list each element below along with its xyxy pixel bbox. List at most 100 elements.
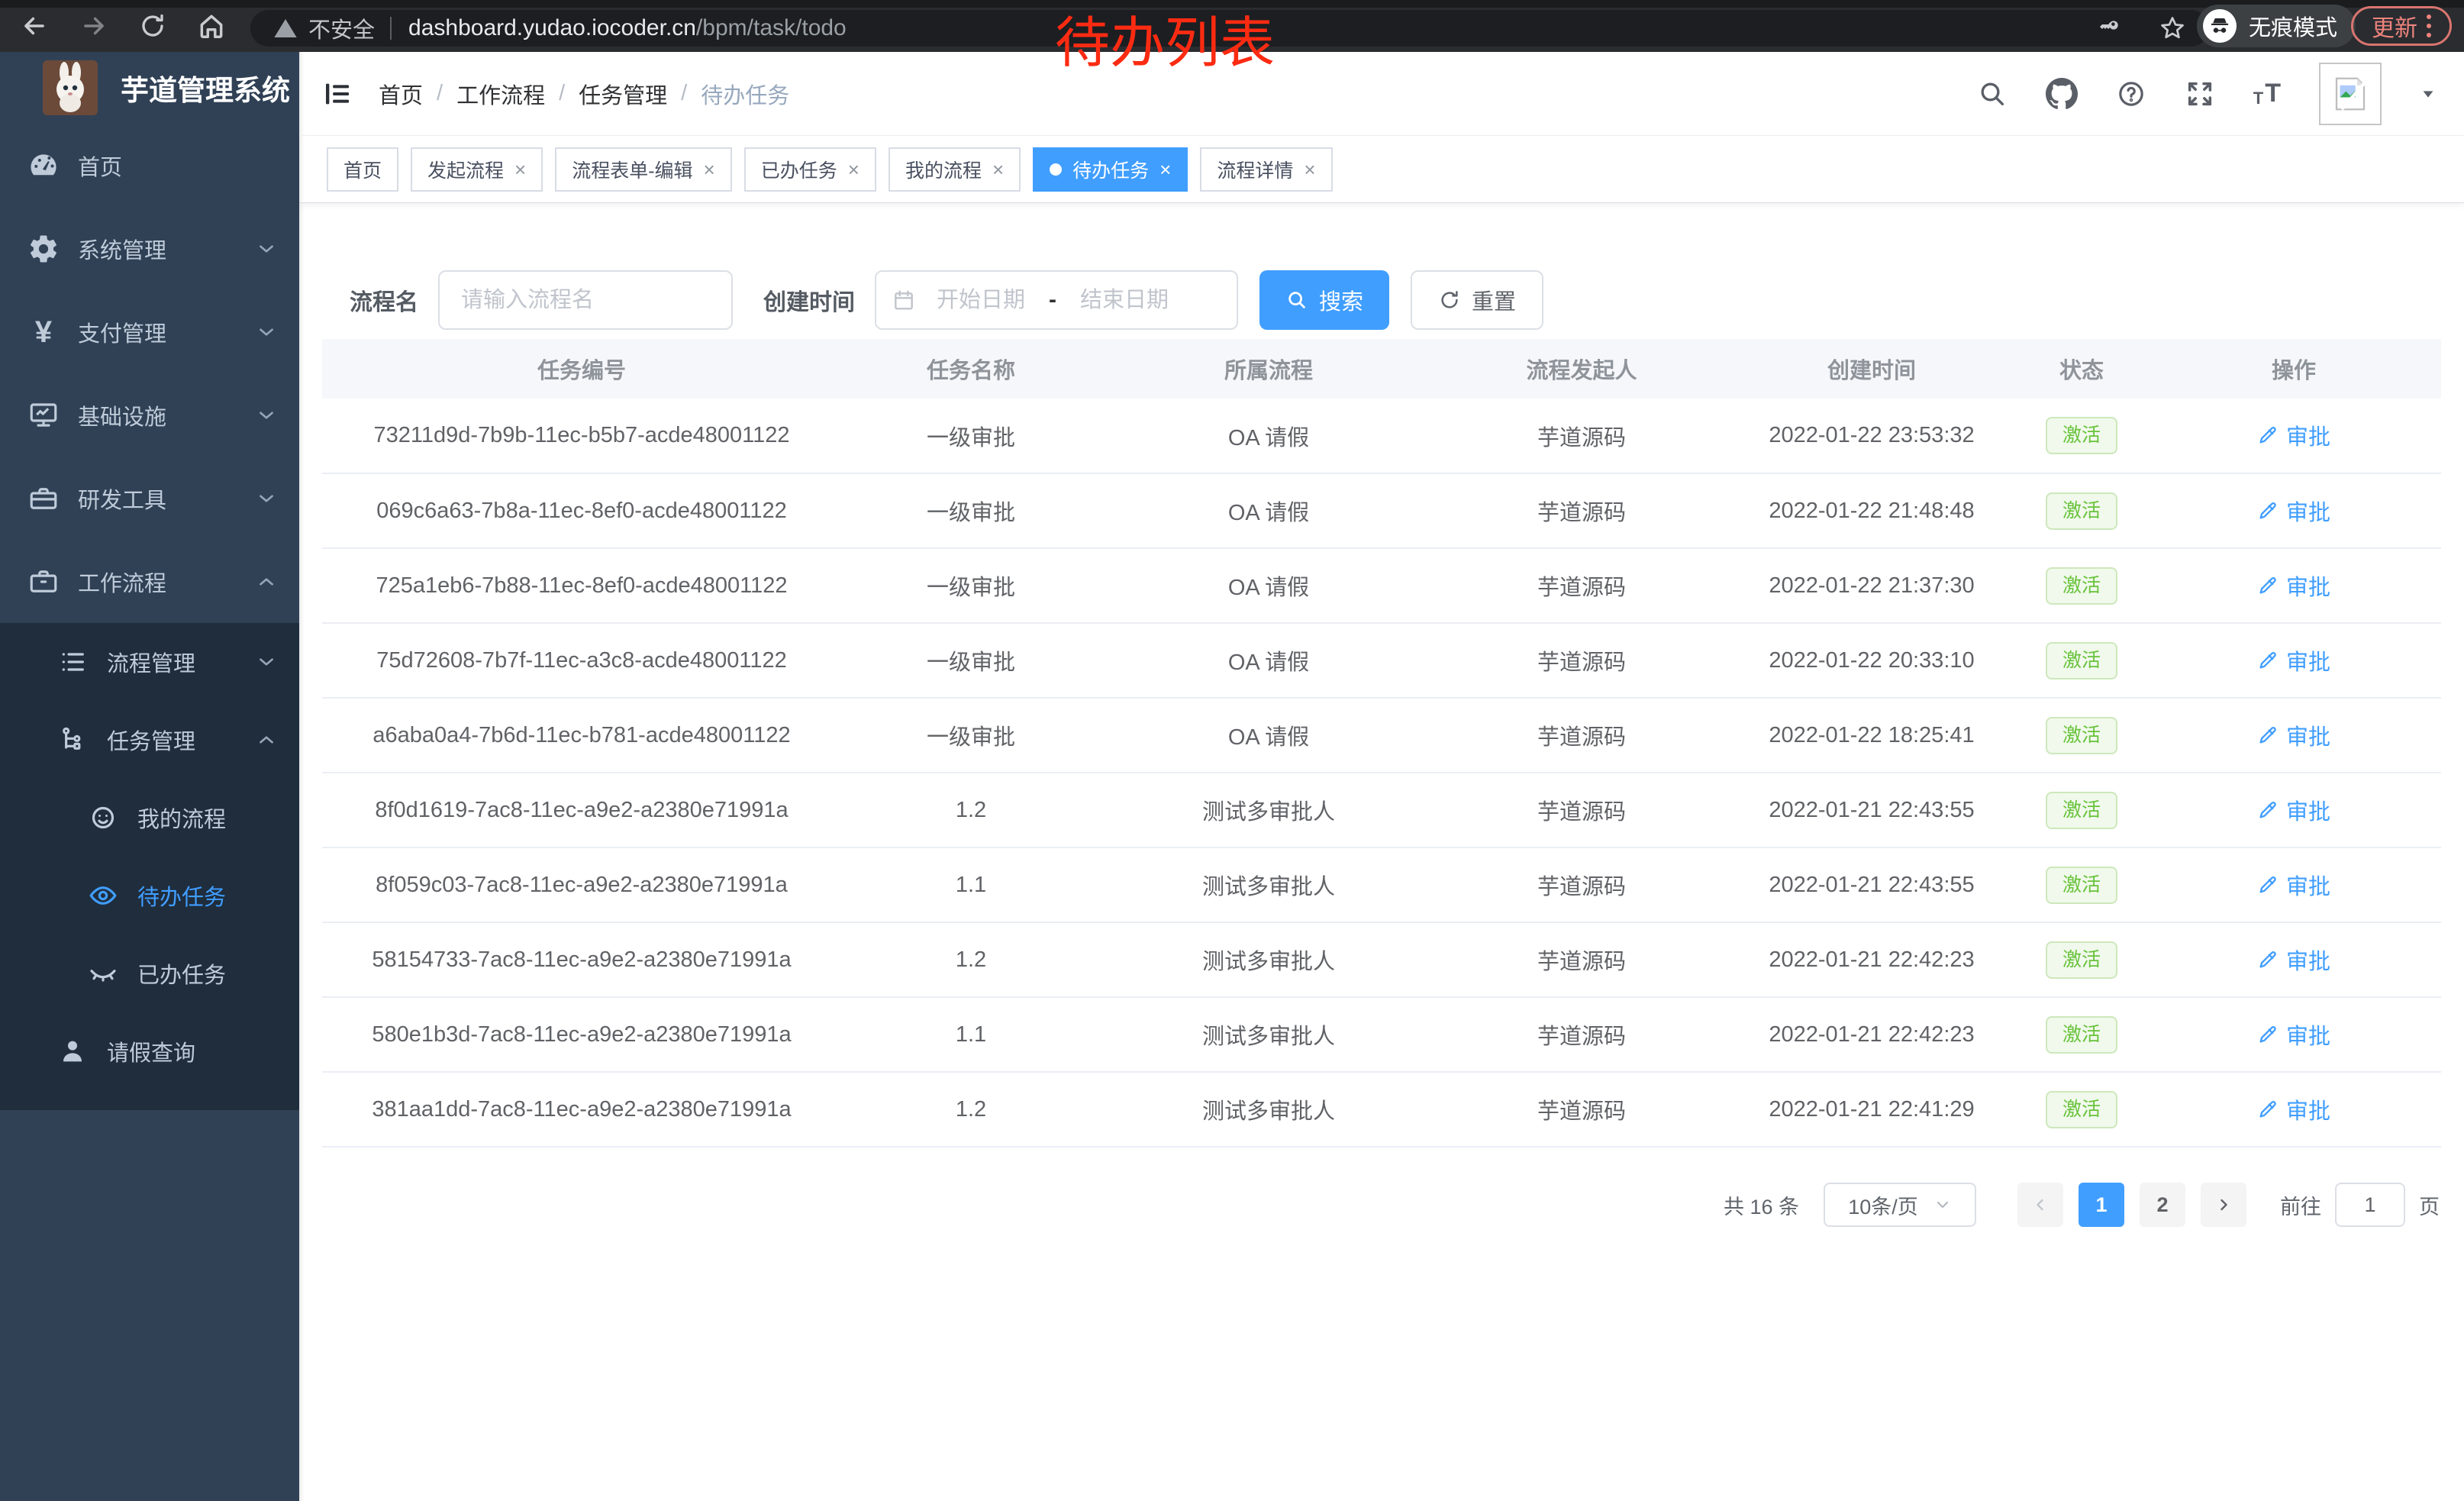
sidebar-item-leave-query[interactable]: 请假查询 [0, 1012, 299, 1090]
page-size-select[interactable]: 10条/页 [1824, 1183, 1976, 1227]
approve-link[interactable]: 审批 [2257, 1018, 2330, 1051]
user-menu-caret-icon[interactable] [2420, 86, 2437, 102]
fullscreen-icon[interactable] [2185, 79, 2215, 109]
back-icon[interactable] [20, 11, 49, 40]
col-starter: 流程发起人 [1437, 339, 1727, 399]
start-date-input[interactable] [921, 287, 1041, 314]
app-title: 芋道管理系统 [121, 67, 290, 108]
tags-view-tab[interactable]: 首页 [327, 147, 398, 192]
sidebar-item-devtools[interactable]: 研发工具 [0, 457, 299, 540]
close-icon[interactable]: × [1159, 160, 1171, 179]
tags-view-tab[interactable]: 流程表单-编辑× [555, 147, 732, 192]
forward-icon[interactable] [79, 11, 108, 40]
avatar[interactable] [2319, 63, 2382, 125]
sidebar-item-infrastructure[interactable]: 基础设施 [0, 373, 299, 457]
end-date-input[interactable] [1064, 287, 1185, 314]
sidebar-item-my-process[interactable]: 我的流程 [0, 779, 299, 857]
sidebar-item-label: 工作流程 [78, 566, 166, 598]
tags-view-tab[interactable]: 已办任务× [744, 147, 876, 192]
starter-cell: 芋道源码 [1437, 698, 1727, 773]
sidebar-item-system[interactable]: 系统管理 [0, 207, 299, 290]
home-icon[interactable] [197, 11, 226, 40]
chevron-up-icon [256, 730, 276, 750]
chevron-down-icon [256, 652, 276, 672]
yen-icon: ¥ [26, 315, 61, 350]
address-bar[interactable]: 不安全 dashboard.yudao.iocoder.cn/bpm/task/… [250, 10, 2209, 47]
github-icon[interactable] [2046, 78, 2078, 110]
status-badge: 激活 [2046, 417, 2117, 454]
sidebar-item-task-management[interactable]: 任务管理 [0, 701, 299, 779]
task-id-cell: 069c6a63-7b8a-11ec-8ef0-acde48001122 [322, 473, 841, 548]
browser-update-button[interactable]: 更新 [2351, 6, 2452, 46]
starter-cell: 芋道源码 [1437, 922, 1727, 997]
status-cell: 激活 [2017, 698, 2146, 773]
close-icon[interactable]: × [992, 160, 1004, 179]
sidebar-item-done-tasks[interactable]: 已办任务 [0, 934, 299, 1012]
approve-link[interactable]: 审批 [2257, 495, 2330, 527]
tags-view-tab[interactable]: 待办任务× [1033, 147, 1188, 192]
reset-button[interactable]: 重置 [1411, 270, 1543, 330]
status-badge: 激活 [2046, 717, 2117, 754]
close-icon[interactable]: × [704, 160, 715, 179]
close-icon[interactable]: × [1304, 160, 1315, 179]
approve-link[interactable]: 审批 [2257, 419, 2330, 451]
sidebar-item-payment[interactable]: ¥ 支付管理 [0, 290, 299, 373]
sidebar-item-home[interactable]: 首页 [0, 124, 299, 207]
help-icon[interactable] [2116, 79, 2146, 109]
password-key-icon[interactable] [2099, 15, 2125, 41]
sidebar-item-process-management[interactable]: 流程管理 [0, 623, 299, 701]
security-warning-icon[interactable] [273, 16, 298, 40]
close-icon[interactable]: × [514, 160, 526, 179]
page-button-1[interactable]: 1 [2079, 1183, 2124, 1227]
search-button[interactable]: 搜索 [1259, 270, 1389, 330]
bookmark-star-icon[interactable] [2159, 15, 2186, 42]
breadcrumb-home[interactable]: 首页 [379, 78, 423, 110]
tags-view-tab[interactable]: 流程详情× [1200, 147, 1332, 192]
tags-view-bar: 首页发起流程× 流程表单-编辑× 已办任务× 我的流程× 待办任务× 流程详情× [299, 136, 2464, 203]
app-frame: 芋道管理系统 首页 系统管理 ¥ 支付管理 [0, 52, 2464, 1501]
status-cell: 激活 [2017, 847, 2146, 922]
sidebar-item-todo-tasks[interactable]: 待办任务 [0, 857, 299, 934]
tags-view-tab[interactable]: 我的流程× [889, 147, 1021, 192]
sidebar-item-label: 待办任务 [137, 880, 226, 912]
browser-chrome: 不安全 dashboard.yudao.iocoder.cn/bpm/task/… [0, 0, 2464, 52]
sidebar-logo[interactable]: 芋道管理系统 [0, 52, 299, 124]
page-jump-input[interactable] [2335, 1183, 2405, 1227]
search-icon[interactable] [1977, 79, 2008, 109]
process-name-input[interactable] [438, 270, 733, 330]
calendar-icon [892, 288, 916, 312]
font-size-icon[interactable]: TT [2253, 79, 2281, 108]
sidebar-item-workflow[interactable]: 工作流程 [0, 540, 299, 623]
sidebar-fold-icon[interactable] [322, 79, 353, 109]
approve-link[interactable]: 审批 [2257, 719, 2330, 751]
process-cell: OA 请假 [1101, 473, 1437, 548]
approve-link[interactable]: 审批 [2257, 644, 2330, 676]
navbar-actions: TT [1977, 63, 2437, 125]
next-page-button[interactable] [2201, 1183, 2246, 1227]
breadcrumb-current: 待办任务 [701, 78, 789, 110]
tags-view-tab[interactable]: 发起流程× [411, 147, 543, 192]
approve-link[interactable]: 审批 [2257, 794, 2330, 826]
created-time-cell: 2022-01-21 22:42:23 [1727, 922, 2017, 997]
breadcrumb-task-management[interactable]: 任务管理 [579, 78, 667, 110]
approve-link[interactable]: 审批 [2257, 570, 2330, 602]
prev-page-button[interactable] [2017, 1183, 2063, 1227]
col-created: 创建时间 [1727, 339, 2017, 399]
status-cell: 激活 [2017, 399, 2146, 473]
col-task-name: 任务名称 [841, 339, 1101, 399]
process-cell: 测试多审批人 [1101, 773, 1437, 847]
page-button-2[interactable]: 2 [2140, 1183, 2185, 1227]
sidebar-item-label: 支付管理 [78, 316, 166, 348]
breadcrumb-workflow[interactable]: 工作流程 [456, 78, 545, 110]
starter-cell: 芋道源码 [1437, 399, 1727, 473]
approve-link[interactable]: 审批 [2257, 869, 2330, 901]
browser-menu-icon[interactable] [2427, 15, 2431, 37]
close-icon[interactable]: × [848, 160, 859, 179]
approve-link[interactable]: 审批 [2257, 944, 2330, 976]
date-range-picker[interactable]: - [875, 270, 1238, 330]
table-row: 725a1eb6-7b88-11ec-8ef0-acde48001122一级审批… [322, 548, 2441, 623]
create-time-label: 创建时间 [763, 283, 855, 317]
reload-icon[interactable] [139, 12, 166, 40]
approve-link[interactable]: 审批 [2257, 1093, 2330, 1125]
actions-cell: 审批 [2146, 922, 2441, 997]
